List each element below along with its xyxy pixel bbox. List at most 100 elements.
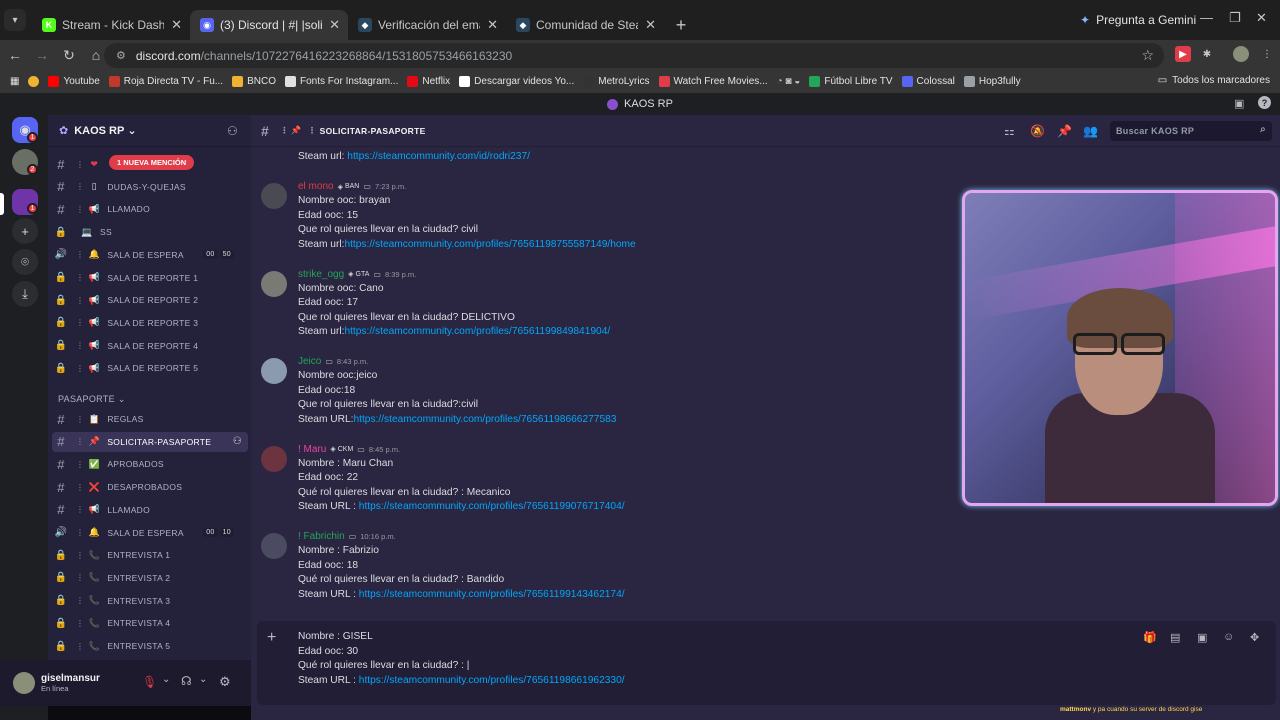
bookmark-item[interactable]: BNCO bbox=[232, 76, 276, 87]
add-member-icon[interactable]: ⚇ bbox=[233, 436, 242, 447]
apps-icon[interactable]: ✥ bbox=[1250, 631, 1259, 644]
message-author[interactable]: strike_ogg bbox=[298, 269, 344, 280]
browser-tab[interactable]: ◆ Comunidad de Steam :: giselma ✕ bbox=[506, 10, 664, 40]
emoji-icon[interactable]: ☺ bbox=[1223, 631, 1234, 643]
chevron-down-icon[interactable]: ⌄ bbox=[199, 674, 207, 685]
steam-link[interactable]: https://steamcommunity.com/profiles/7656… bbox=[359, 501, 625, 512]
bookmark-item[interactable]: Netflix bbox=[407, 76, 450, 87]
channel-item[interactable]: # ⋮ 📌 solicitar-pasaporte ⚇ bbox=[52, 431, 248, 452]
search-input[interactable]: Buscar KAOS RP ⌕ bbox=[1110, 121, 1272, 141]
profile-avatar[interactable] bbox=[1233, 46, 1249, 62]
inbox-icon[interactable]: ▣ bbox=[1234, 97, 1244, 110]
maximize-button[interactable]: ❐ bbox=[1229, 10, 1241, 26]
channel-item[interactable]: # ⋮ ▯ dudas-y-quejas bbox=[52, 177, 248, 197]
bookmark-item[interactable]: Watch Free Movies... bbox=[658, 76, 768, 87]
steam-link[interactable]: https://steamcommunity.com/profiles/7656… bbox=[344, 239, 635, 250]
mute-icon[interactable]: 🎙 bbox=[142, 675, 157, 689]
bookmark-item[interactable]: Hop3fully bbox=[963, 76, 1021, 87]
member-list-icon[interactable]: 👥 bbox=[1083, 124, 1098, 138]
channel-item[interactable]: 🔒 ⋮ 📢 sala de reporte 2 bbox=[52, 290, 248, 310]
extensions-puzzle-icon[interactable]: ✱ bbox=[1199, 46, 1215, 62]
channel-item[interactable]: # ⋮ 📢 llamado bbox=[52, 199, 248, 219]
message-avatar[interactable] bbox=[261, 358, 287, 384]
address-bar[interactable]: ⚙ discord.com/channels/10722764162232688… bbox=[104, 43, 1164, 68]
chevron-down-icon[interactable]: ⌄ bbox=[162, 674, 170, 685]
bookmark-item[interactable]: Colossal bbox=[901, 76, 955, 87]
steam-link[interactable]: https://steamcommunity.com/profiles/7656… bbox=[359, 589, 625, 600]
forward-button[interactable]: → bbox=[30, 47, 54, 63]
steam-link[interactable]: https://steamcommunity.com/id/rodri237/ bbox=[347, 151, 530, 162]
message-author[interactable]: ! Fabrichin bbox=[298, 531, 345, 542]
channel-item[interactable]: 🔒 ⋮ 📢 sala de reporte 3 bbox=[52, 313, 248, 333]
message-author[interactable]: Jeico bbox=[298, 356, 321, 367]
help-icon[interactable]: ? bbox=[1258, 96, 1271, 109]
reload-button[interactable]: ↻ bbox=[57, 47, 81, 64]
channel-item[interactable]: 🔒 ⋮ 📞 entrevista 5 bbox=[52, 636, 248, 656]
all-bookmarks[interactable]: ▭ Todos los marcadores bbox=[1158, 75, 1270, 86]
gift-icon[interactable]: 🎁 bbox=[1143, 631, 1157, 644]
steam-link[interactable]: https://steamcommunity.com/profiles/7656… bbox=[359, 675, 625, 686]
settings-gear-icon[interactable]: ⚙ bbox=[219, 674, 231, 690]
headphones-icon[interactable]: ☊ bbox=[181, 674, 192, 688]
close-tab-icon[interactable]: ✕ bbox=[487, 17, 498, 33]
threads-icon[interactable]: ⚏ bbox=[1004, 124, 1015, 138]
channel-item[interactable]: # ⋮ 📢 llamado bbox=[52, 500, 248, 520]
add-server-icon[interactable]: + bbox=[12, 218, 38, 244]
extra-bookmark-icons[interactable]: ◔ ◙ ◒ bbox=[777, 76, 801, 87]
channel-item[interactable]: 🔒 ⋮ 📞 entrevista 4 bbox=[52, 613, 248, 633]
channel-item[interactable]: # ⋮ ✅ aprobados bbox=[52, 454, 248, 474]
steam-link[interactable]: https://steamcommunity.com/profiles/7656… bbox=[344, 326, 610, 337]
channel-item[interactable]: 🔊 ⋮ 🔔 sala de espera 00 10 bbox=[52, 523, 248, 543]
channel-item[interactable]: 🔊 ⋮ 🔔 sala de espera 00 50 bbox=[52, 245, 248, 265]
channel-item[interactable]: 🔒 ⋮ 📞 entrevista 3 bbox=[52, 591, 248, 611]
back-button[interactable]: ← bbox=[3, 47, 27, 63]
apps-grid-icon[interactable]: ▦ bbox=[10, 76, 19, 87]
new-tab-button[interactable]: + bbox=[670, 14, 692, 36]
gemini-button[interactable]: ✦ Pregunta a Gemini bbox=[1080, 13, 1196, 27]
browser-tab[interactable]: K Stream - Kick Dashboard ✕ bbox=[32, 10, 190, 40]
channel-item[interactable]: 🔒 ⋮ 📢 sala de reporte 1 bbox=[52, 268, 248, 288]
message-avatar[interactable] bbox=[261, 445, 287, 472]
user-avatar[interactable] bbox=[13, 672, 35, 694]
close-tab-icon[interactable]: ✕ bbox=[171, 17, 182, 33]
notifications-muted-icon[interactable]: 🔕 bbox=[1030, 124, 1045, 138]
bookmark-item[interactable]: MetroLyrics bbox=[583, 76, 650, 87]
channel-item[interactable]: 🔒 ⋮ 📞 entrevista 1 bbox=[52, 545, 248, 565]
composer-text[interactable]: Nombre : GISEL Edad ooc: 30 Qué rol quiere… bbox=[298, 630, 625, 688]
browser-tab[interactable]: ◆ Verificación del email ✕ bbox=[348, 10, 506, 40]
server-header[interactable]: ✿ KAOS RP ⌄ ⚇ bbox=[48, 115, 251, 147]
browser-tab[interactable]: ◉ (3) Discord | #| |solicitar-pa ✕ bbox=[190, 10, 348, 40]
channel-item[interactable]: # ⋮ ❌ desaprobados bbox=[52, 477, 248, 497]
message-author[interactable]: el mono bbox=[298, 181, 334, 192]
close-window-button[interactable]: ✕ bbox=[1256, 10, 1267, 26]
bookmark-item[interactable]: Fútbol Libre TV bbox=[809, 76, 893, 87]
download-icon[interactable]: ⤓ bbox=[12, 281, 38, 307]
message-composer[interactable]: + Nombre : GISEL Edad ooc: 30 Qué rol quie… bbox=[257, 621, 1276, 705]
message-avatar[interactable] bbox=[261, 270, 287, 297]
close-tab-icon[interactable]: ✕ bbox=[645, 17, 656, 33]
sticker-icon[interactable]: ▣ bbox=[1197, 631, 1207, 644]
browser-menu-icon[interactable]: ⋮ bbox=[1259, 46, 1275, 62]
bookmark-item[interactable]: Roja Directa TV - Fu... bbox=[108, 76, 223, 87]
upload-plus-icon[interactable]: + bbox=[267, 629, 276, 647]
channel-item[interactable]: 🔒 ⋮ 📞 entrevista 2 bbox=[52, 568, 248, 588]
emoji-bookmark-icon[interactable] bbox=[28, 76, 40, 87]
category-header[interactable]: PASAPORTE ⌄ bbox=[58, 394, 126, 405]
tab-search-button[interactable]: ▾ bbox=[4, 9, 26, 31]
bookmark-item[interactable]: Fonts For Instagram... bbox=[285, 76, 398, 87]
discover-icon[interactable]: ⌾ bbox=[12, 249, 38, 275]
steam-link[interactable]: https://steamcommunity.com/profiles/7656… bbox=[353, 414, 616, 425]
minimize-button[interactable]: — bbox=[1200, 10, 1213, 25]
new-mention-badge[interactable]: 1 NUEVA MENCIÓN bbox=[109, 155, 195, 170]
channel-item[interactable]: 🔒 💻 ss bbox=[52, 222, 248, 242]
bookmark-item[interactable]: Youtube bbox=[48, 76, 100, 87]
message-avatar[interactable] bbox=[261, 183, 287, 209]
bookmark-star-icon[interactable]: ☆ bbox=[1141, 47, 1154, 64]
gif-icon[interactable]: ▤ bbox=[1170, 631, 1180, 644]
close-tab-icon[interactable]: ✕ bbox=[329, 17, 340, 33]
channel-item[interactable]: # ⋮ 📋 reglas bbox=[52, 409, 248, 429]
message-avatar[interactable] bbox=[261, 533, 287, 559]
add-member-icon[interactable]: ⚇ bbox=[227, 124, 238, 138]
channel-item[interactable]: 🔒 ⋮ 📢 sala de reporte 5 bbox=[52, 358, 248, 378]
pinned-messages-icon[interactable]: 📌 bbox=[1057, 124, 1072, 138]
